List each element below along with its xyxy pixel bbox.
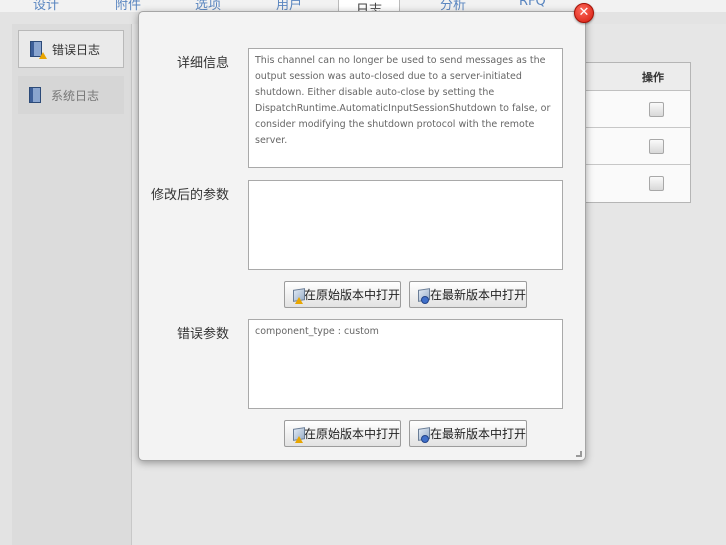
row-checkbox[interactable] bbox=[649, 139, 664, 154]
error-params-label: 错误参数 bbox=[176, 327, 229, 342]
package-refresh-icon bbox=[417, 287, 430, 304]
resize-handle-icon[interactable] bbox=[576, 451, 582, 457]
tab-attachments[interactable]: 附件 bbox=[115, 0, 141, 12]
open-original-button[interactable]: 在原始版本中打开 bbox=[284, 281, 401, 308]
close-icon[interactable]: ✕ bbox=[574, 3, 594, 23]
log-book-icon bbox=[29, 87, 43, 103]
details-label: 详细信息 bbox=[176, 56, 229, 71]
log-book-warning-icon bbox=[30, 41, 47, 59]
modified-params-label: 修改后的参数 bbox=[150, 188, 229, 203]
sidebar-item-label: 系统日志 bbox=[51, 88, 100, 103]
log-table: 操作 bbox=[585, 62, 691, 203]
sidebar: 错误日志 系统日志 bbox=[12, 24, 132, 545]
modified-params-field[interactable] bbox=[248, 180, 563, 270]
row-checkbox[interactable] bbox=[649, 102, 664, 117]
open-latest-button-2[interactable]: 在最新版本中打开 bbox=[409, 420, 527, 447]
sidebar-item-label: 错误日志 bbox=[52, 42, 101, 57]
open-latest-button[interactable]: 在最新版本中打开 bbox=[409, 281, 527, 308]
row-checkbox[interactable] bbox=[649, 176, 664, 191]
package-warning-icon bbox=[292, 426, 305, 443]
package-warning-icon bbox=[292, 287, 305, 304]
open-original-label: 在原始版本中打开 bbox=[303, 288, 400, 302]
table-row bbox=[586, 165, 690, 202]
error-detail-dialog: 详细信息 This channel can no longer be used … bbox=[138, 11, 586, 461]
open-latest-label: 在最新版本中打开 bbox=[429, 288, 526, 302]
sidebar-item-error-log[interactable]: 错误日志 bbox=[18, 30, 124, 68]
open-original-label: 在原始版本中打开 bbox=[303, 427, 400, 441]
details-text[interactable]: This channel can no longer be used to se… bbox=[248, 48, 563, 168]
sidebar-item-system-log[interactable]: 系统日志 bbox=[18, 76, 124, 114]
error-params-field[interactable]: component_type : custom bbox=[248, 319, 563, 409]
tab-rfq[interactable]: RFQ bbox=[519, 0, 546, 9]
package-refresh-icon bbox=[417, 426, 430, 443]
open-original-button-2[interactable]: 在原始版本中打开 bbox=[284, 420, 401, 447]
table-row bbox=[586, 128, 690, 165]
tab-design[interactable]: 设计 bbox=[33, 0, 59, 12]
action-column-header: 操作 bbox=[586, 63, 690, 91]
table-row bbox=[586, 91, 690, 128]
open-latest-label: 在最新版本中打开 bbox=[429, 427, 526, 441]
